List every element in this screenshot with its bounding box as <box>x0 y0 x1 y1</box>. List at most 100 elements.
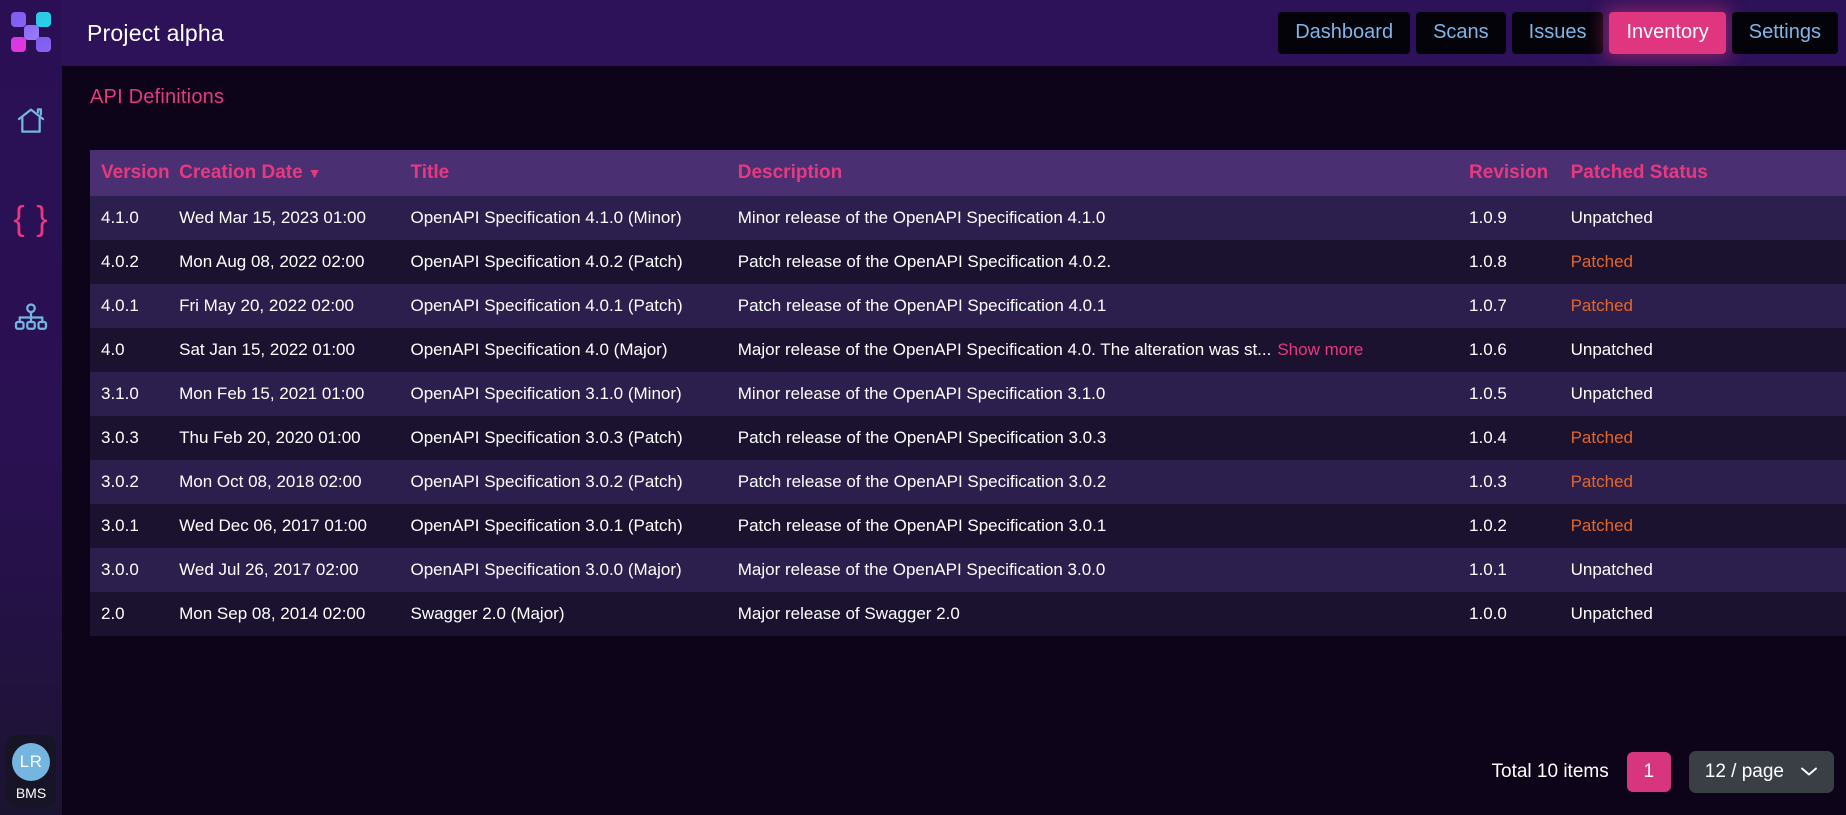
cell-version: 3.0.1 <box>90 504 179 548</box>
cell-creation-date: Mon Aug 08, 2022 02:00 <box>179 240 410 284</box>
user-profile[interactable]: LR BMS <box>6 735 56 807</box>
cell-revision-text: 1.0.9 <box>1469 208 1507 227</box>
table-row[interactable]: 3.0.0Wed Jul 26, 2017 02:00 OpenAPI Speci… <box>90 548 1846 592</box>
table-row[interactable]: 4.0Sat Jan 15, 2022 01:00OpenAPI Specifi… <box>90 328 1846 372</box>
column-header-title[interactable]: Title <box>410 150 737 196</box>
column-label-revision: Revision <box>1469 162 1548 183</box>
sort-desc-icon[interactable]: ▼ <box>308 165 322 181</box>
cell-version: 4.0.2 <box>90 240 179 284</box>
table-row[interactable]: 3.1.0 Mon Feb 15, 2021 01:00 OpenAPI Speci… <box>90 372 1846 416</box>
cell-revision-text: 1.0.3 <box>1469 472 1507 491</box>
cell-patched-status: Patched <box>1571 284 1846 328</box>
cell-revision-text: 1.0.6 <box>1469 340 1507 359</box>
cell-patched-status-text: Unpatched <box>1571 604 1653 623</box>
cell-patched-status-text: Patched <box>1571 428 1633 447</box>
page-title: Project alpha <box>87 20 224 47</box>
cell-description-text: Patch release of the OpenAPI Specificati… <box>738 516 1107 536</box>
cell-title: OpenAPI Specification 4.0.2 (Patch) <box>410 240 737 284</box>
cell-version-text: 3.1.0 <box>101 384 139 403</box>
table-row[interactable]: 4.0.1Fri May 20, 2022 02:00OpenAPI Speci… <box>90 284 1846 328</box>
logo-square-bottom-left <box>11 37 26 52</box>
cell-title-text: OpenAPI Specification 4.1.0 (Minor) <box>410 208 681 227</box>
cell-title-text: OpenAPI Specification 3.0.0 (Major) <box>410 560 681 579</box>
cell-description: Minor release of the OpenAPI Specificati… <box>738 196 1469 240</box>
tab-scans[interactable]: Scans <box>1416 12 1506 54</box>
panel-title: API Definitions <box>79 66 1846 109</box>
sidebar-item-api-definitions[interactable]: { } <box>10 198 52 240</box>
tab-settings[interactable]: Settings <box>1732 12 1838 54</box>
cell-version-text: 4.1.0 <box>101 208 139 227</box>
cell-patched-status-text: Unpatched <box>1571 560 1653 579</box>
cell-patched-status-text: Patched <box>1571 516 1633 535</box>
cell-title-text: OpenAPI Specification 3.1.0 (Minor) <box>410 384 681 403</box>
sidebar: { } LR BMS <box>0 0 62 815</box>
table-row[interactable]: 4.1.0 Wed Mar 15, 2023 01:00OpenAPI Speci… <box>90 196 1846 240</box>
cell-title-text: Swagger 2.0 (Major) <box>410 604 564 623</box>
cell-patched-status: Unpatched <box>1571 548 1846 592</box>
table-body: 4.1.0Wed Mar 15, 2023 01:00OpenAPI Speci… <box>90 196 1846 636</box>
cell-description-text: Patch release of the OpenAPI Specificati… <box>738 296 1107 316</box>
app-logo[interactable] <box>11 12 51 52</box>
cell-description: Major release of Swagger 2.0 <box>738 592 1469 636</box>
logo-square-top-right <box>36 12 51 27</box>
cell-version: 3.0.2 <box>90 460 179 504</box>
column-header-creation-date[interactable]: Creation Date ▼ <box>179 150 410 196</box>
cell-version-text: 3.0.2 <box>101 472 139 491</box>
cell-description: Patch release of the OpenAPI Specificati… <box>738 460 1469 504</box>
cell-description-text: Major release of Swagger 2.0 <box>738 604 960 624</box>
column-header-version[interactable]: Version <box>90 150 179 196</box>
cell-version: 3.0.3 <box>90 416 179 460</box>
page-size-select[interactable]: 12 / page <box>1689 751 1834 793</box>
cell-creation-date: Wed Dec 06, 2017 01:00 <box>179 504 410 548</box>
sidebar-item-sitemap[interactable] <box>10 296 52 338</box>
tab-dashboard[interactable]: Dashboard <box>1278 12 1410 54</box>
table-row[interactable]: 3.0.2Mon Oct 08, 2018 02:00OpenAPI Speci… <box>90 460 1846 504</box>
cell-description-text: Patch release of the OpenAPI Specificati… <box>738 428 1107 448</box>
cell-revision-text: 1.0.2 <box>1469 516 1507 535</box>
cell-title: Swagger 2.0 (Major) <box>410 592 737 636</box>
cell-title: OpenAPI Specification 3.0.2 (Patch) <box>410 460 737 504</box>
table-row[interactable]: 3.0.1Wed Dec 06, 2017 01:00 OpenAPI Speci… <box>90 504 1846 548</box>
page-button-1[interactable]: 1 <box>1627 752 1671 792</box>
tab-issues[interactable]: Issues <box>1512 12 1604 54</box>
cell-creation-date-text: Mon Feb 15, 2021 01:00 <box>179 384 364 403</box>
cell-title: OpenAPI Specification 4.1.0 (Minor) <box>410 196 737 240</box>
top-nav: Dashboard Scans Issues Inventory Setting… <box>1278 12 1846 54</box>
cell-description: Minor release of the OpenAPI Specificati… <box>738 372 1469 416</box>
column-label-description: Description <box>738 162 843 183</box>
cell-creation-date-text: Wed Jul 26, 2017 02:00 <box>179 560 358 579</box>
cell-patched-status: Patched <box>1571 240 1846 284</box>
cell-description-text: Major release of the OpenAPI Specificati… <box>738 340 1272 360</box>
braces-icon: { } <box>13 202 48 236</box>
column-header-patched-status[interactable]: Patched Status <box>1571 150 1846 196</box>
sidebar-item-home[interactable] <box>10 100 52 142</box>
cell-revision: 1.0.1 <box>1469 548 1571 592</box>
cell-creation-date: Wed Mar 15, 2023 01:00 <box>179 196 410 240</box>
cell-creation-date: Mon Sep 08, 2014 02:00 <box>179 592 410 636</box>
cell-title-text: OpenAPI Specification 4.0.2 (Patch) <box>410 252 682 271</box>
cell-version: 3.0.0 <box>90 548 179 592</box>
column-label-title: Title <box>410 162 449 183</box>
table-row[interactable]: 4.0.2 Mon Aug 08, 2022 02:00OpenAPI Speci… <box>90 240 1846 284</box>
cell-revision-text: 1.0.8 <box>1469 252 1507 271</box>
sitemap-icon <box>14 302 48 332</box>
cell-revision: 1.0.8 <box>1469 240 1571 284</box>
table-row[interactable]: 2.0Mon Sep 08, 2014 02:00Swagger 2.0 (Ma… <box>90 592 1846 636</box>
cell-version-text: 4.0.2 <box>101 252 139 271</box>
cell-patched-status-text: Unpatched <box>1571 340 1653 359</box>
tab-inventory[interactable]: Inventory <box>1609 12 1725 54</box>
cell-description-text: Minor release of the OpenAPI Specificati… <box>738 384 1106 404</box>
column-label-patched-status: Patched Status <box>1571 162 1708 183</box>
cell-revision: 1.0.3 <box>1469 460 1571 504</box>
cell-title: OpenAPI Specification 3.0.1 (Patch) <box>410 504 737 548</box>
cell-version: 2.0 <box>90 592 179 636</box>
cell-creation-date-text: Wed Dec 06, 2017 01:00 <box>179 516 367 535</box>
column-header-revision[interactable]: Revision <box>1469 150 1571 196</box>
cell-title: OpenAPI Specification 3.1.0 (Minor) <box>410 372 737 416</box>
column-header-description[interactable]: Description <box>738 150 1469 196</box>
avatar: LR <box>12 743 50 781</box>
show-more-link[interactable]: Show more <box>1277 340 1363 360</box>
column-label-creation-date: Creation Date <box>179 162 303 183</box>
table-row[interactable]: 3.0.3Thu Feb 20, 2020 01:00OpenAPI Speci… <box>90 416 1846 460</box>
cell-patched-status-text: Patched <box>1571 472 1633 491</box>
